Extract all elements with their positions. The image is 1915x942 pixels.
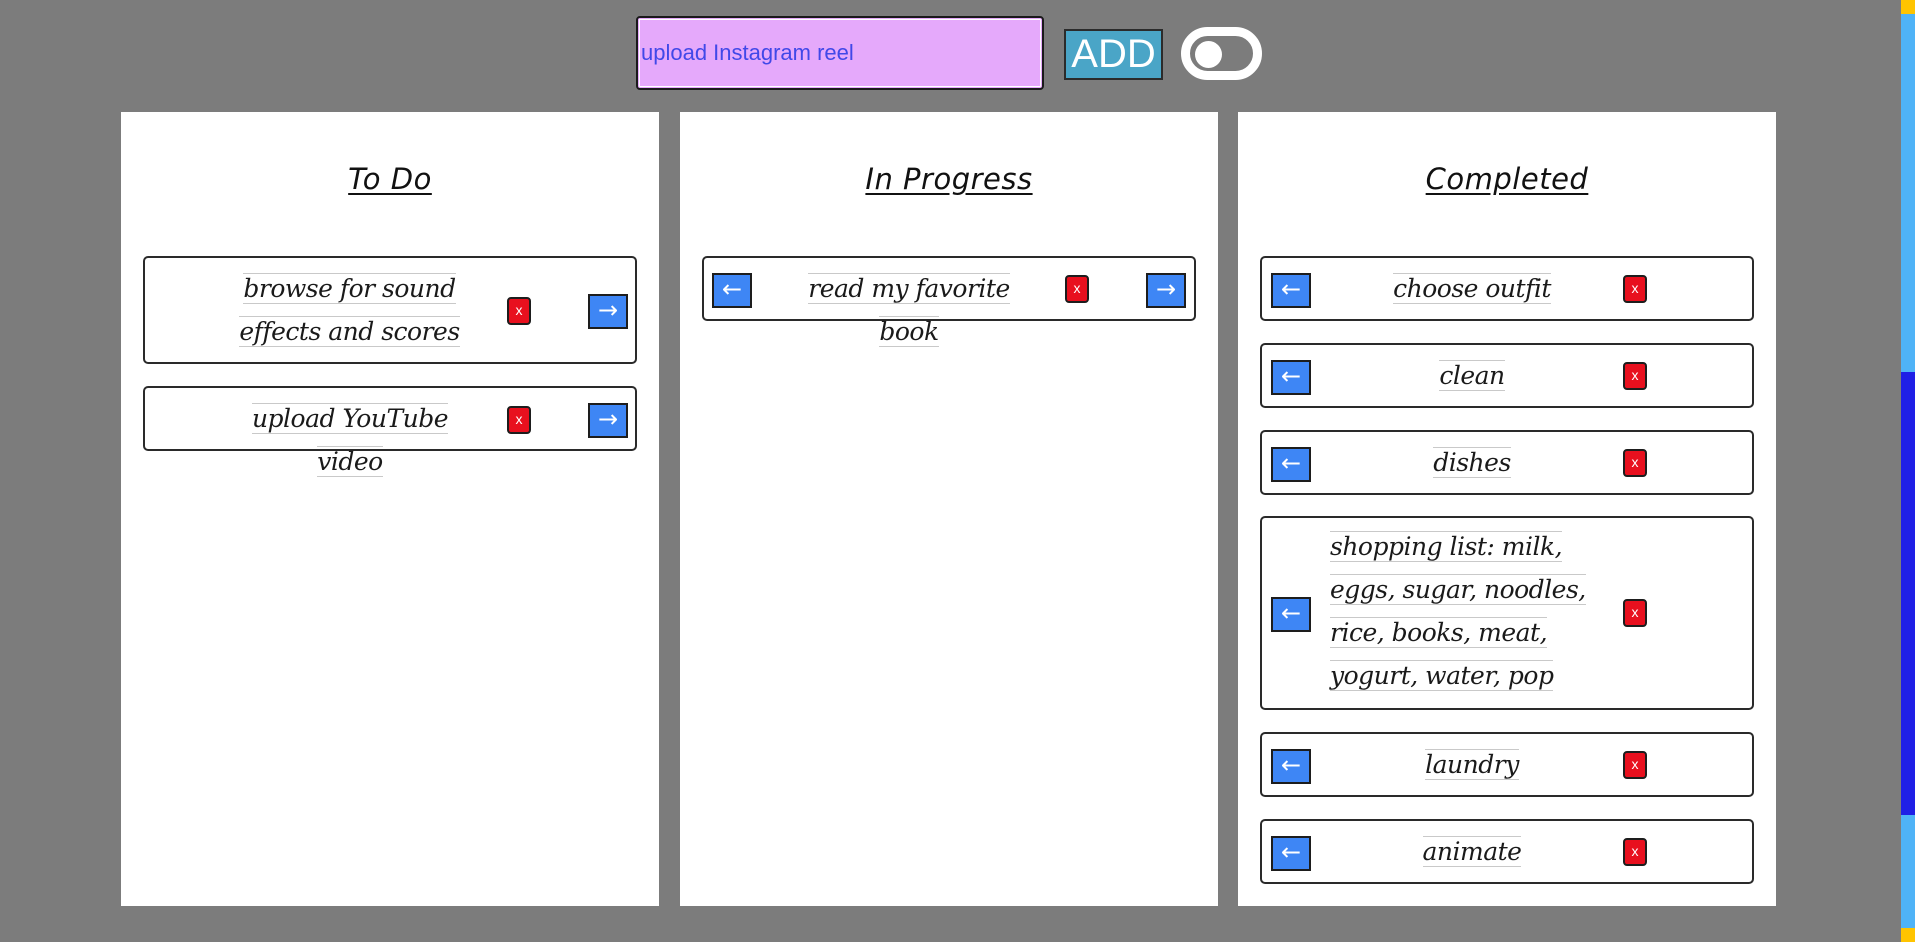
move-left-button[interactable]: ← (1271, 447, 1311, 482)
task-text: choose outfit (1393, 273, 1551, 304)
task-card: ← shopping list: milk, eggs, sugar, nood… (1260, 516, 1754, 710)
task-text: browse for sound effects and scores (239, 273, 460, 347)
task-card: ← choose outfit x (1260, 256, 1754, 321)
delete-task-button[interactable]: x (1623, 838, 1647, 866)
task-card: ← laundry x (1260, 732, 1754, 797)
move-left-button[interactable]: ← (712, 273, 752, 308)
task-text: dishes (1433, 447, 1511, 478)
task-text: laundry (1425, 749, 1519, 780)
task-text: clean (1439, 360, 1505, 391)
column-to-do: To Do browse for sound effects and score… (121, 112, 659, 906)
theme-toggle-switch[interactable] (1181, 27, 1262, 80)
add-task-button[interactable]: ADD (1064, 29, 1163, 80)
task-text: animate (1422, 836, 1522, 867)
task-card: upload YouTube video x → (143, 386, 637, 477)
move-right-button[interactable]: → (588, 294, 628, 329)
task-card: ← dishes x (1260, 430, 1754, 495)
task-card: browse for sound effects and scores x → (143, 256, 637, 364)
task-text: read my favorite book (808, 273, 1010, 347)
delete-task-button[interactable]: x (1623, 599, 1647, 627)
task-text: upload YouTube video (251, 403, 449, 477)
task-card: ← read my favorite book x → (702, 256, 1196, 347)
scrollbar-thumb[interactable] (1901, 372, 1915, 815)
task-text: shopping list: milk, eggs, sugar, noodle… (1330, 531, 1586, 691)
move-left-button[interactable]: ← (1271, 360, 1311, 395)
column-completed: Completed ← choose outfit x ← clean x ← … (1238, 112, 1776, 906)
scrollbar-top-cap (1901, 0, 1915, 14)
task-card: ← animate x (1260, 819, 1754, 884)
column-in-progress: In Progress ← read my favorite book x → (680, 112, 1218, 906)
move-right-button[interactable]: → (1146, 273, 1186, 308)
delete-task-button[interactable]: x (507, 297, 531, 325)
column-title: In Progress (865, 162, 1033, 196)
delete-task-button[interactable]: x (1065, 275, 1089, 303)
delete-task-button[interactable]: x (1623, 362, 1647, 390)
move-left-button[interactable]: ← (1271, 597, 1311, 632)
column-title: Completed (1425, 162, 1589, 196)
move-right-button[interactable]: → (588, 403, 628, 438)
page-scrollbar[interactable] (1901, 0, 1915, 942)
new-task-input[interactable] (636, 16, 1044, 90)
move-left-button[interactable]: ← (1271, 273, 1311, 308)
top-bar: ADD (0, 0, 1901, 110)
column-title: To Do (348, 162, 432, 196)
delete-task-button[interactable]: x (507, 406, 531, 434)
toggle-knob (1195, 41, 1222, 68)
move-left-button[interactable]: ← (1271, 836, 1311, 871)
delete-task-button[interactable]: x (1623, 275, 1647, 303)
delete-task-button[interactable]: x (1623, 751, 1647, 779)
scrollbar-bottom-cap (1901, 928, 1915, 942)
task-card: ← clean x (1260, 343, 1754, 408)
delete-task-button[interactable]: x (1623, 449, 1647, 477)
move-left-button[interactable]: ← (1271, 749, 1311, 784)
